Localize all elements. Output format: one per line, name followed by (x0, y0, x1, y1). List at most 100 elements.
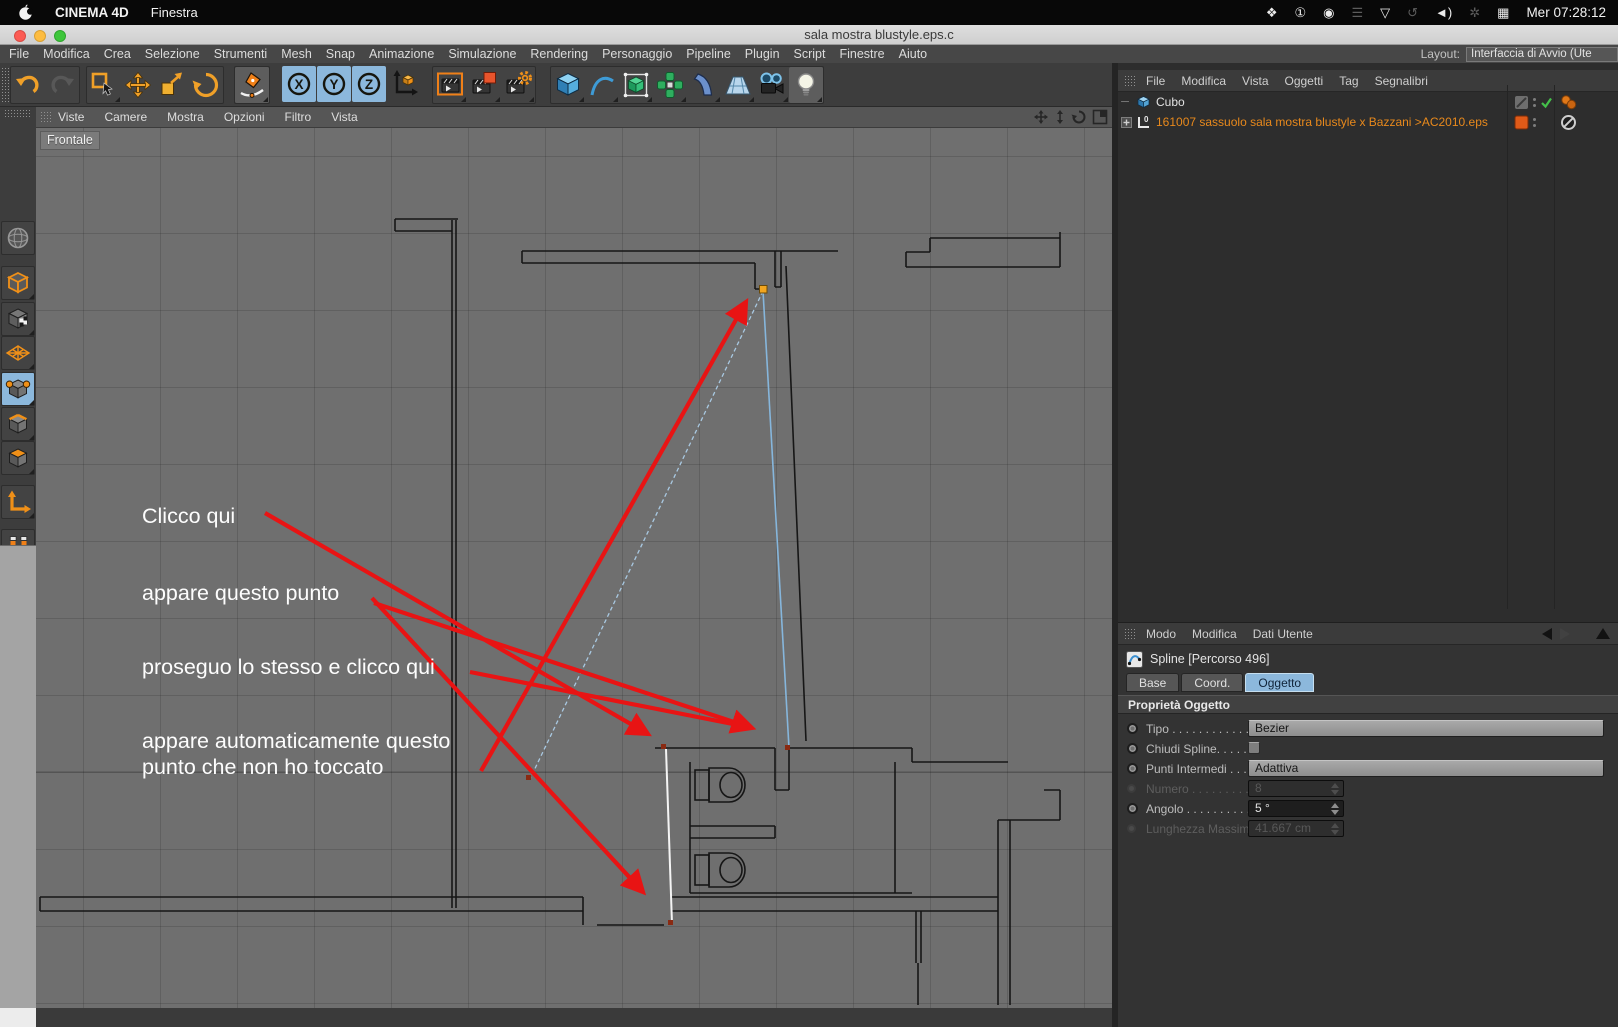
history-forward-icon[interactable] (1560, 627, 1570, 640)
menu-finestre[interactable]: Finestre (839, 47, 884, 61)
animation-dot-icon[interactable] (1127, 743, 1138, 754)
menu-pipeline[interactable]: Pipeline (686, 47, 730, 61)
deformer-button[interactable] (687, 67, 721, 103)
animation-dot-icon[interactable] (1127, 763, 1138, 774)
polygon-mode-button[interactable] (1, 441, 35, 475)
menu-snap[interactable]: Snap (326, 47, 355, 61)
om-menu-oggetti[interactable]: Oggetti (1285, 74, 1324, 88)
toolbar-grip[interactable] (1, 67, 9, 103)
object-name[interactable]: Cubo (1156, 95, 1185, 109)
om-menu-tag[interactable]: Tag (1339, 74, 1358, 88)
rotate-tool[interactable] (189, 67, 223, 103)
menu-rendering[interactable]: Rendering (530, 47, 588, 61)
redo-button[interactable] (45, 67, 79, 103)
tab-coord[interactable]: Coord. (1181, 673, 1244, 692)
object-row-cubo[interactable]: ─ Cubo (1118, 92, 1618, 112)
layer-icon[interactable] (1514, 95, 1529, 110)
am-menu-dati-utente[interactable]: Dati Utente (1253, 627, 1313, 641)
viewport-menu-camere[interactable]: Camere (104, 110, 147, 124)
history-back-icon[interactable] (1542, 627, 1552, 640)
workplane-mode-button[interactable] (1, 336, 35, 370)
lock-z-axis-button[interactable]: Z (352, 66, 386, 102)
wifi-icon[interactable]: ▽ (1380, 5, 1390, 21)
spline-point[interactable] (785, 745, 790, 750)
layout-selector[interactable]: Interfaccia di Avvio (Ute (1466, 46, 1618, 62)
lock-x-axis-button[interactable]: X (282, 66, 316, 102)
selection-tool[interactable] (87, 67, 121, 103)
layer-color-icon[interactable] (1514, 115, 1529, 130)
menu-personaggio[interactable]: Personaggio (602, 47, 672, 61)
render-view-button[interactable] (433, 67, 467, 103)
spline-primitive-button[interactable] (585, 67, 619, 103)
menu-simulazione[interactable]: Simulazione (448, 47, 516, 61)
mode-toolbar-grip[interactable] (4, 109, 32, 117)
edge-mode-button[interactable] (1, 407, 35, 441)
tab-base[interactable]: Base (1126, 673, 1180, 692)
menu-file[interactable]: File (9, 47, 29, 61)
stepper-icon[interactable] (1328, 802, 1341, 815)
parent-object-icon[interactable] (1596, 628, 1610, 639)
render-picture-viewer-button[interactable] (467, 67, 501, 103)
menu-plugin[interactable]: Plugin (745, 47, 780, 61)
menu-animazione[interactable]: Animazione (369, 47, 434, 61)
enabled-check-icon[interactable] (1540, 96, 1553, 109)
viewport-pan-icon[interactable] (1033, 109, 1049, 125)
scale-tool[interactable] (155, 67, 189, 103)
floor-environment-button[interactable] (721, 67, 755, 103)
coordinate-system-button[interactable] (387, 66, 421, 102)
visibility-dots[interactable] (1533, 117, 1536, 127)
macos-app-name[interactable]: CINEMA 4D (55, 5, 129, 20)
subdivision-surface-button[interactable] (619, 67, 653, 103)
light-button[interactable] (789, 67, 823, 103)
menu-selezione[interactable]: Selezione (145, 47, 200, 61)
move-tool[interactable] (121, 67, 155, 103)
menu-script[interactable]: Script (794, 47, 826, 61)
section-header[interactable]: Proprietà Oggetto (1118, 695, 1618, 714)
lock-y-axis-button[interactable]: Y (317, 66, 351, 102)
om-menu-modifica[interactable]: Modifica (1181, 74, 1226, 88)
undo-button[interactable] (11, 67, 45, 103)
viewport-menu-opzioni[interactable]: Opzioni (224, 110, 265, 124)
onepassword-icon[interactable]: ① (1294, 5, 1306, 21)
visibility-dots[interactable] (1533, 97, 1536, 107)
spline-point[interactable] (668, 920, 673, 925)
expand-icon[interactable] (1121, 116, 1132, 128)
creative-cloud-icon[interactable]: ◉ (1323, 5, 1334, 21)
time-machine-icon[interactable]: ↺ (1407, 5, 1418, 21)
punti-intermedi-dropdown[interactable]: Adattiva (1248, 760, 1604, 777)
animation-dot-icon[interactable] (1127, 803, 1138, 814)
object-manager-grip[interactable] (1124, 74, 1136, 87)
menu-modifica[interactable]: Modifica (43, 47, 90, 61)
om-menu-segnalibri[interactable]: Segnalibri (1375, 74, 1428, 88)
points-mode-button[interactable] (1, 372, 35, 406)
pen-spline-tool[interactable] (235, 67, 269, 103)
angolo-field[interactable]: 5 ° (1248, 800, 1344, 817)
object-row-eps[interactable]: 0 161007 sassuolo sala mostra blustyle x… (1118, 112, 1618, 132)
bluetooth-icon[interactable]: ✲ (1469, 5, 1480, 21)
texture-mode-button[interactable] (1, 302, 35, 336)
om-menu-vista[interactable]: Vista (1242, 74, 1268, 88)
volume-icon[interactable]: ◄) (1435, 5, 1452, 20)
make-editable-button[interactable] (1, 221, 35, 255)
menu-strumenti[interactable]: Strumenti (214, 47, 268, 61)
array-generator-button[interactable] (653, 67, 687, 103)
axis-mode-button[interactable] (1, 485, 35, 519)
material-tag-icon[interactable] (1560, 94, 1577, 110)
model-mode-button[interactable] (1, 266, 35, 300)
menu-mesh[interactable]: Mesh (281, 47, 312, 61)
viewport-menu-vista[interactable]: Vista (331, 110, 357, 124)
chiudi-spline-checkbox[interactable] (1248, 742, 1260, 754)
spline-point[interactable] (526, 775, 531, 780)
am-menu-modo[interactable]: Modo (1146, 627, 1176, 641)
keyboard-icon[interactable]: ▦ (1497, 5, 1509, 21)
menu-crea[interactable]: Crea (104, 47, 131, 61)
tipo-dropdown[interactable]: Bezier (1248, 720, 1604, 737)
viewport-rotate-icon[interactable] (1071, 109, 1087, 125)
viewport-zoom-icon[interactable] (1054, 109, 1066, 125)
viewport-menu-viste[interactable]: Viste (58, 110, 84, 124)
om-menu-file[interactable]: File (1146, 74, 1165, 88)
viewport-grip[interactable] (40, 111, 52, 123)
selected-spline-point[interactable] (759, 285, 768, 294)
menu-aiuto[interactable]: Aiuto (899, 47, 928, 61)
camera-view-label[interactable]: Frontale (40, 131, 100, 150)
